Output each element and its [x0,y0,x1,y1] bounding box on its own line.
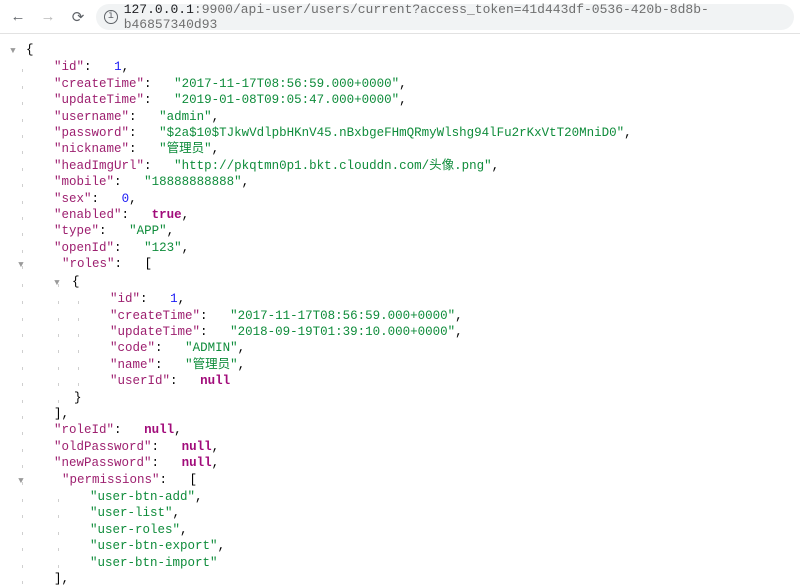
url-text: 127.0.0.1:9900/api-user/users/current?ac… [124,2,786,32]
collapse-toggle-role0[interactable] [52,274,62,291]
forward-button[interactable]: → [36,5,60,29]
site-info-icon[interactable]: i [104,10,118,24]
collapse-toggle-permissions[interactable] [16,472,26,489]
browser-toolbar: ← → ⟳ i 127.0.0.1:9900/api-user/users/cu… [0,0,800,34]
reload-button[interactable]: ⟳ [66,5,90,29]
collapse-toggle-roles[interactable] [16,256,26,273]
collapse-toggle-root[interactable] [8,42,18,59]
back-button[interactable]: ← [6,5,30,29]
address-bar[interactable]: i 127.0.0.1:9900/api-user/users/current?… [96,4,794,30]
json-viewer: { "id": 1, "createTime": "2017-11-17T08:… [0,34,800,587]
